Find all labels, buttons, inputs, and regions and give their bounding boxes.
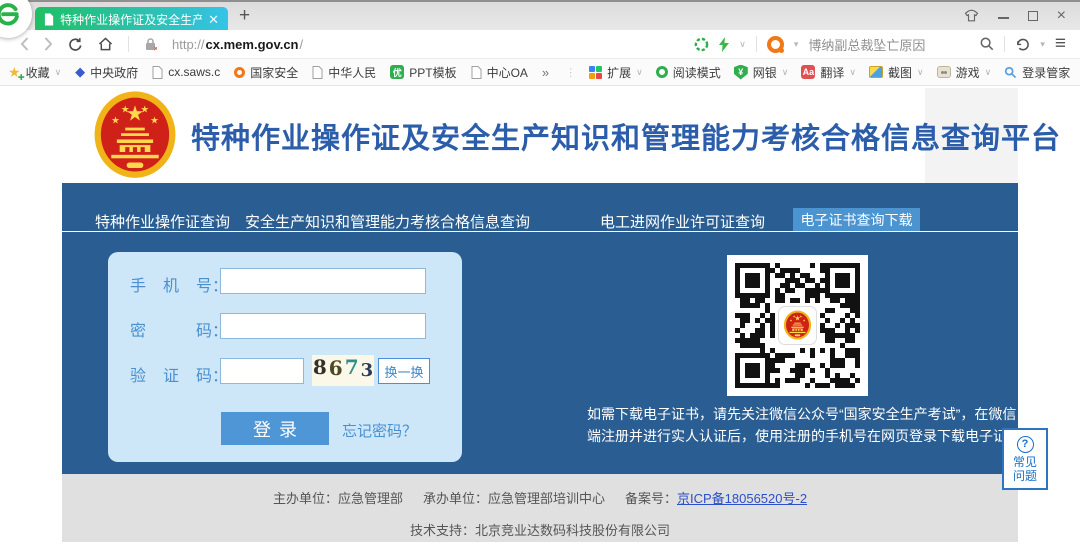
insecure-lock-icon: ✕ [144,37,157,51]
toolbar-login-keeper[interactable]: 登录管家 [1004,64,1070,81]
diamond-icon: ◆ [75,64,85,80]
browser-window: ★ ★ ★ ★ ★ 特种作业操作证及安 [0,0,1080,558]
page-icon [152,66,163,79]
password-input[interactable] [220,313,426,339]
svg-text:✕: ✕ [153,46,157,51]
maximize-button[interactable] [1028,11,1038,21]
new-tab-button[interactable]: + [239,5,250,27]
bookmarks-overflow-icon[interactable]: » [542,65,549,80]
bookmark-item[interactable]: 中心OA [471,64,528,81]
bookmark-item[interactable]: cx.saws.c [152,65,220,79]
shield-icon: ¥ [734,65,748,80]
forgot-password-link[interactable]: 忘记密码？ [342,420,417,441]
page-header: 特种作业操作证及安全生产知识和管理能力考核合格信息查询平台 [62,88,1018,183]
captcha-label: 验证码 [130,362,212,386]
login-keeper-icon [1004,66,1017,79]
nav-tab-safety-knowledge[interactable]: 安全生产知识和管理能力考核合格信息查询 [245,211,530,232]
page-icon [471,66,482,79]
forward-icon[interactable] [44,37,53,51]
skin-icon[interactable] [964,9,979,22]
qr-code [727,255,868,396]
page-title: 特种作业操作证及安全生产知识和管理能力考核合格信息查询平台 [191,115,1061,157]
page-footer: 主办单位：应急管理部 承办单位：应急管理部培训中心 备案号：京ICP备18056… [62,474,1018,542]
toolbar-screenshot[interactable]: 截图∨ [869,64,924,81]
nav-tab-special-operation[interactable]: 特种作业操作证查询 [95,211,230,232]
captcha-image[interactable]: 8 6 7 3 [312,355,374,386]
nav-tab-ecert-download[interactable]: 电子证书查询下载 [793,208,920,232]
login-button[interactable]: 登录 [221,412,329,445]
orange-ring-icon [234,67,245,78]
footer-support: 技术支持：北京竞业达数码科技股份有限公司 [62,520,1018,539]
footer-host: 主办单位：应急管理部 [273,488,403,507]
toolbar-bank[interactable]: ¥网银∨ [734,64,789,81]
search-engine-caret-icon[interactable]: ▾ [794,39,799,50]
menu-icon[interactable]: ≡ [1055,33,1066,55]
faq-button[interactable]: ? 常见 问题 [1002,428,1048,490]
search-icon[interactable] [980,37,994,51]
search-engine-logo[interactable] [767,36,784,53]
qr-instructions: 如需下载电子证书，请先关注微信公众号“国家安全生产考试”，在微信 端注册并进行实… [587,403,1037,447]
toolbar-games[interactable]: 游戏∨ [937,64,992,81]
reload-icon[interactable] [68,37,83,52]
page-icon [44,13,54,26]
minimize-button[interactable] [998,12,1009,19]
bookmark-item[interactable]: 优PPT模板 [390,64,456,81]
toolbar-translate[interactable]: Aa翻译∨ [801,64,856,81]
nav-tab-electrician[interactable]: 电工进网作业许可证查询 [600,211,765,232]
password-label: 密码 [130,317,212,341]
game-icon [937,66,951,78]
phone-label: 手机号 [130,272,212,296]
back-icon[interactable] [20,37,29,51]
toolbar-reader-mode[interactable]: 阅读模式 [656,64,721,81]
tab-title: 特种作业操作证及安全生产知识 [60,11,202,28]
captcha-refresh-button[interactable]: 换一换 [378,358,430,384]
restore-icon[interactable] [1015,37,1030,51]
main-panel: 特种作业操作证查询 安全生产知识和管理能力考核合格信息查询 电工进网作业许可证查… [62,183,1018,474]
bookmark-favorites[interactable]: ★✚ 收藏∨ [8,64,61,81]
page-icon [312,66,323,79]
green-ring-icon [656,66,668,78]
bookmark-item[interactable]: ◆中央政府 [75,64,138,81]
blocks-icon [589,66,602,79]
captcha-input[interactable] [220,358,304,384]
national-emblem [93,90,177,182]
tab-close-icon[interactable]: ✕ [208,12,219,28]
nav-underline [62,231,1018,232]
screenshot-icon [869,66,883,78]
qr-center-emblem [779,307,816,344]
toolbar-extensions[interactable]: 扩展∨ [589,64,643,81]
phone-input[interactable] [220,268,426,294]
star-icon: ★✚ [8,64,21,81]
icp-link[interactable]: 京ICP备18056520号-2 [677,491,807,506]
green-square-icon: 优 [390,65,404,79]
lightning-icon[interactable] [719,37,729,52]
chevron-down-icon[interactable]: ∨ [739,39,746,50]
bookmarks-bar: ★✚ 收藏∨ ◆中央政府 cx.saws.c 国家安全 中华人民 优PPT模板 … [0,59,1080,86]
address-bar: ✕ http://cx.mem.gov.cn/ ∨ ▾ 博纳副总裁坠亡原因 ▾ … [0,30,1080,59]
search-box[interactable]: 博纳副总裁坠亡原因 [808,35,970,54]
translate-icon: Aa [801,65,815,79]
speed-mode-icon[interactable] [694,37,709,52]
tab-strip: 特种作业操作证及安全生产知识 ✕ + × [0,0,1080,30]
url-text[interactable]: http://cx.mem.gov.cn/ [172,37,303,52]
restore-caret-icon[interactable]: ▾ [1040,39,1045,50]
window-close-button[interactable]: × [1057,10,1066,22]
question-icon: ? [1017,436,1034,453]
browser-tab[interactable]: 特种作业操作证及安全生产知识 ✕ [35,7,228,32]
footer-organizer: 承办单位：应急管理部培训中心 [423,488,605,507]
bookmark-item[interactable]: 国家安全 [234,64,298,81]
login-card: 手机号： 密码： 验证码： 8 6 7 3 换一换 登录 忘记密码？ [108,252,462,462]
divider-dots: ⋮ [565,66,576,79]
bookmark-item[interactable]: 中华人民 [312,64,376,81]
home-icon[interactable] [98,37,113,51]
footer-icp: 备案号：京ICP备18056520号-2 [625,488,807,507]
